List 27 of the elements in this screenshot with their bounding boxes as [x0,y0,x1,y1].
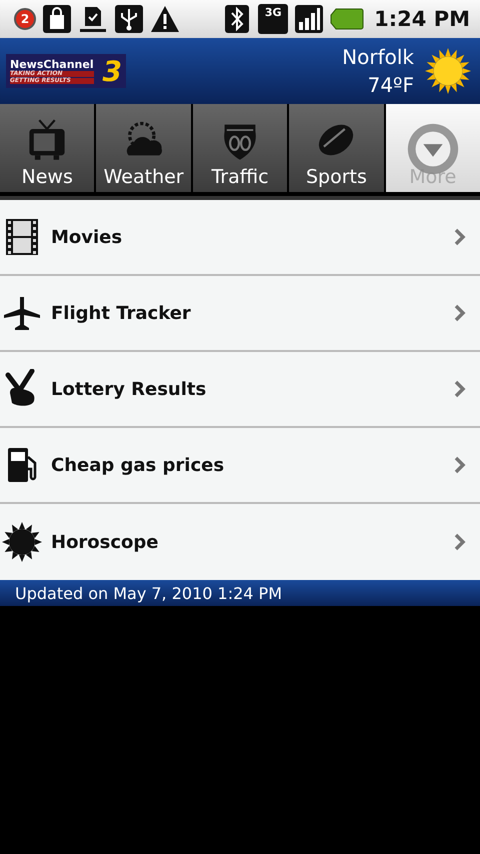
tab[interactable]: Traffic [192,104,288,192]
usb-icon [114,4,144,34]
chevron-right-icon [454,228,466,246]
battery-icon [330,8,364,30]
chevron-right-icon [454,304,466,322]
menu-item[interactable]: Flight Tracker [0,276,480,352]
menu-item[interactable]: Movies [0,200,480,276]
chevron-right-icon [454,533,466,551]
menu-item[interactable]: Cheap gas prices [0,428,480,504]
signal-icon [294,4,324,34]
chevron-right-icon [454,380,466,398]
sun-icon [424,47,472,95]
tab[interactable]: Sports [289,104,384,192]
warning-icon [150,4,180,34]
temperature: 74ºF [368,73,414,97]
notification-badge: 2 [14,8,36,30]
city-name: Norfolk [342,45,414,69]
clock: 1:24 PM [374,7,470,31]
tab[interactable]: News [0,104,94,192]
download-done-icon [78,4,108,34]
shopping-bag-icon [42,4,72,34]
updated-time: Updated on May 7, 2010 1:24 PM [15,584,282,602]
tab[interactable]: Weather [96,104,191,192]
network-type-icon: 3G [258,4,288,34]
chevron-right-icon [454,456,466,474]
menu-item[interactable]: Lottery Results [0,352,480,428]
menu-item[interactable]: Horoscope [0,504,480,580]
